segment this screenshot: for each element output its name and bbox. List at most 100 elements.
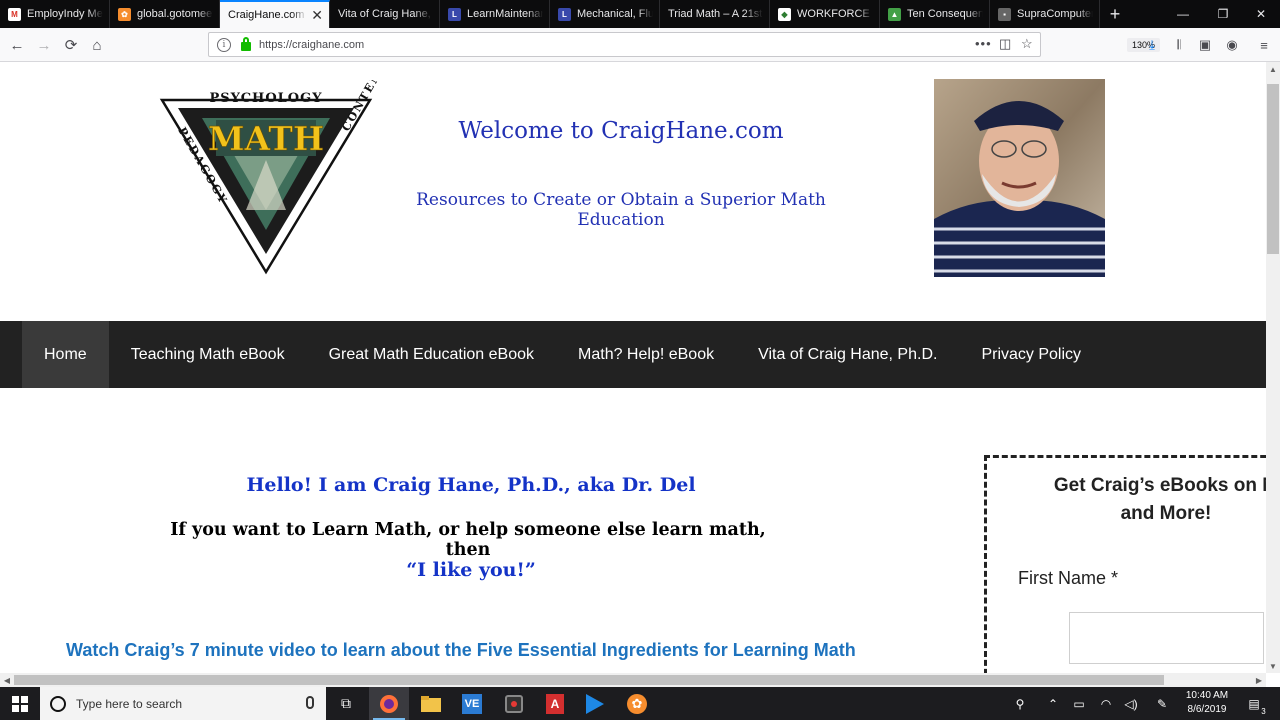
tab-mechanical[interactable]: L Mechanical, Fluid [550,0,660,28]
clock-time: 10:40 AM [1185,690,1229,701]
reload-icon[interactable]: ⟳ [60,34,82,56]
horizontal-scrollbar[interactable]: ◀ ▶ [0,673,1266,687]
gotomeeting-taskbar-icon[interactable]: ✿ [617,687,657,720]
optin-title: Get Craig’s eBooks on M and More! [1001,472,1266,528]
tab-vita[interactable]: Vita of Craig Hane, P [330,0,440,28]
lme-icon: L [448,7,461,21]
gmail-icon: M [8,7,21,21]
ten-icon: ▲ [888,7,901,21]
welcome-heading: Welcome to CraigHane.com [458,118,784,144]
clock[interactable]: 10:40 AM 8/6/2019 [1180,689,1234,717]
logo-top-text: PSYCHOLOGY [209,91,322,106]
volume-icon[interactable]: ◁) [1122,687,1140,720]
menu-icon[interactable]: ≡ [1255,36,1273,54]
show-hidden-icons-icon[interactable]: ⌃ [1044,687,1062,720]
bookmark-star-icon[interactable]: ☆ [1021,36,1033,52]
page-actions-icon[interactable]: ••• [975,36,992,51]
tab-title: Triad Math – A 21st C [668,8,763,20]
sidebar-icon[interactable]: ▣ [1196,36,1214,54]
taskbar-search[interactable]: Type here to search [40,687,326,720]
acrobat-icon[interactable]: A [535,687,575,720]
download-icon[interactable]: ⤓ [1143,36,1161,54]
tab-ten-consequences[interactable]: ▲ Ten Consequence [880,0,990,28]
library-icon[interactable]: 𝄃 [1170,36,1188,54]
windows-start-icon[interactable] [0,687,40,720]
tab-learnmaintenance[interactable]: L LearnMaintenanc [440,0,550,28]
logo-center-text: MATH [208,119,324,158]
vertical-scroll-thumb[interactable] [1267,84,1279,254]
pen-icon[interactable]: ✎ [1152,687,1172,720]
notifications-icon[interactable]: ▤ 3 [1242,687,1266,720]
window-close-icon[interactable]: ✕ [1238,0,1280,28]
menu-item-vita[interactable]: Vita of Craig Hane, Ph.D. [736,321,959,388]
tab-gotomeeting[interactable]: ✿ global.gotomeet [110,0,220,28]
windows-taskbar: Type here to search ⧉ VE A ✿ ⚲ ⌃ ▭ ◠ ◁) … [0,687,1280,720]
battery-icon[interactable]: ▭ [1070,687,1088,720]
tab-title: CraigHane.com – [228,9,308,21]
cortana-icon[interactable] [50,695,66,712]
tagline: Resources to Create or Obtain a Superior… [416,190,826,230]
scroll-down-icon[interactable]: ▼ [1266,659,1280,673]
menu-item-great-math-education-ebook[interactable]: Great Math Education eBook [307,321,556,388]
menu-item-home[interactable]: Home [22,321,109,388]
tab-title: LearnMaintenanc [467,8,543,20]
video-link[interactable]: Watch Craig’s 7 minute video to learn ab… [66,636,866,664]
pocket-icon[interactable]: ◫ [999,36,1011,52]
navigation-bar: ← → ⟳ ⌂ i https://craighane.com 130% •••… [0,28,1280,62]
visual-studio-icon[interactable]: VE [452,687,492,720]
i-like-you-text: “I like you!” [406,559,536,581]
tab-title: Vita of Craig Hane, P [338,8,433,20]
tab-title: SupraComputer [1017,8,1093,20]
taskbar-search-placeholder[interactable]: Type here to search [76,697,182,711]
scroll-left-icon[interactable]: ◀ [0,673,14,687]
people-icon[interactable]: ⚲ [1010,687,1030,720]
scroll-up-icon[interactable]: ▲ [1266,62,1280,76]
site-info-icon[interactable]: i [217,37,231,52]
menu-item-math-help-ebook[interactable]: Math? Help! eBook [556,321,736,388]
first-name-field[interactable] [1069,612,1264,664]
tab-title: WORKFORCE MA [797,8,873,20]
vertical-scrollbar[interactable]: ▲ ▼ [1266,62,1280,673]
web-page: MATH PSYCHOLOGY PEDAGOGY CONTENT Welcome… [0,62,1266,673]
lme-icon: L [558,7,571,21]
hello-heading: Hello! I am Craig Hane, Ph.D., aka Dr. D… [246,474,696,496]
file-explorer-icon[interactable] [411,687,451,720]
firefox-icon[interactable] [369,687,409,720]
back-icon[interactable]: ← [6,34,28,56]
tab-craighane[interactable]: CraigHane.com – ✕ [220,0,330,28]
learn-math-text: If you want to Learn Math, or help someo… [170,520,766,560]
tab-strip: M EmployIndy Mee ✿ global.gotomeet Craig… [0,0,1280,28]
media-player-icon[interactable] [575,687,615,720]
gotomeeting-icon: ✿ [118,7,131,21]
optin-title-line1: Get Craig’s eBooks on M [1053,475,1266,496]
optin-title-line2: and More! [1120,503,1212,524]
scroll-right-icon[interactable]: ▶ [1252,673,1266,687]
forward-icon[interactable]: → [33,34,55,56]
url-text[interactable]: https://craighane.com [259,39,364,51]
account-icon[interactable]: ◉ [1223,36,1241,54]
microphone-icon[interactable] [306,696,314,709]
horizontal-scroll-thumb[interactable] [14,675,1164,685]
notification-count: 3 [1261,706,1266,716]
url-bar[interactable]: i https://craighane.com 130% ••• ◫ ☆ [208,32,1161,57]
optin-form: Get Craig’s eBooks on M and More! First … [984,455,1266,673]
menu-item-privacy-policy[interactable]: Privacy Policy [959,321,1103,388]
menu-item-teaching-math-ebook[interactable]: Teaching Math eBook [109,321,307,388]
tab-title: Mechanical, Fluid [577,8,653,20]
screen-recorder-icon[interactable] [494,687,534,720]
tab-title: Ten Consequence [907,8,983,20]
tab-workforce[interactable]: ◆ WORKFORCE MA [770,0,880,28]
home-icon[interactable]: ⌂ [86,34,108,56]
craig-hane-photo [934,79,1105,277]
lock-icon[interactable] [241,37,251,51]
tab-triad-math[interactable]: Triad Math – A 21st C [660,0,770,28]
tab-supracomputer[interactable]: ▪ SupraComputer [990,0,1100,28]
supra-icon: ▪ [998,7,1011,21]
close-tab-icon[interactable]: ✕ [307,7,323,24]
clock-date: 8/6/2019 [1187,704,1227,715]
new-tab-icon[interactable]: + [1100,0,1130,28]
tab-employindy[interactable]: M EmployIndy Mee [0,0,110,28]
workforce-icon: ◆ [778,7,791,21]
wifi-icon[interactable]: ◠ [1097,687,1115,720]
task-view-icon[interactable]: ⧉ [326,687,366,720]
